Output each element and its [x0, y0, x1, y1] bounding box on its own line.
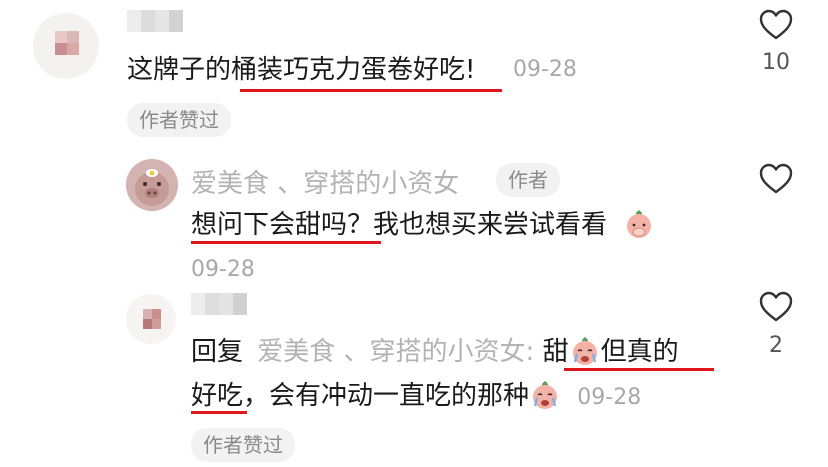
highlight-underline: [240, 89, 502, 92]
highlight-underline: [191, 241, 381, 244]
user-avatar[interactable]: [33, 13, 99, 79]
like-count: 2: [769, 333, 783, 358]
crying-peach-emoji-icon: [533, 381, 558, 409]
author-liked-badge: 作者赞过: [191, 428, 295, 462]
user-avatar[interactable]: [126, 294, 176, 344]
author-liked-badge: 作者赞过: [127, 103, 231, 137]
highlight-underline: [564, 368, 714, 371]
heart-outline-icon[interactable]: [759, 291, 793, 323]
highlight-underline: [191, 411, 247, 414]
username-redacted[interactable]: [127, 10, 183, 32]
reply-text-line1: 回复 爱美食 、穿搭的小资女: 甜 但真的: [191, 334, 679, 369]
praying-peach-emoji-icon: [627, 210, 652, 238]
heart-outline-icon[interactable]: [759, 9, 793, 41]
comment-time: 09-28: [513, 57, 577, 82]
username-redacted[interactable]: [191, 293, 247, 315]
pig-avatar-icon: [126, 159, 178, 211]
comment-time: 09-28: [191, 257, 255, 282]
comment-text: 想问下会甜吗？我也想买来尝试看看: [191, 207, 655, 242]
heart-outline-icon[interactable]: [759, 163, 793, 195]
crying-peach-emoji-icon: [572, 337, 597, 365]
like-count: 10: [762, 50, 790, 75]
comment-text: 这牌子的桶装巧克力蛋卷好吃!: [127, 55, 476, 85]
author-tag: 作者: [496, 163, 560, 197]
reply-username[interactable]: 爱美食 、穿搭的小资女: [191, 163, 459, 200]
user-avatar[interactable]: [126, 159, 178, 211]
comment-time: 09-28: [577, 385, 642, 410]
reply-to-user[interactable]: 爱美食 、穿搭的小资女:: [257, 337, 534, 367]
reply-text-line2: 好吃，会有冲动一直吃的那种 09-28: [191, 378, 641, 415]
